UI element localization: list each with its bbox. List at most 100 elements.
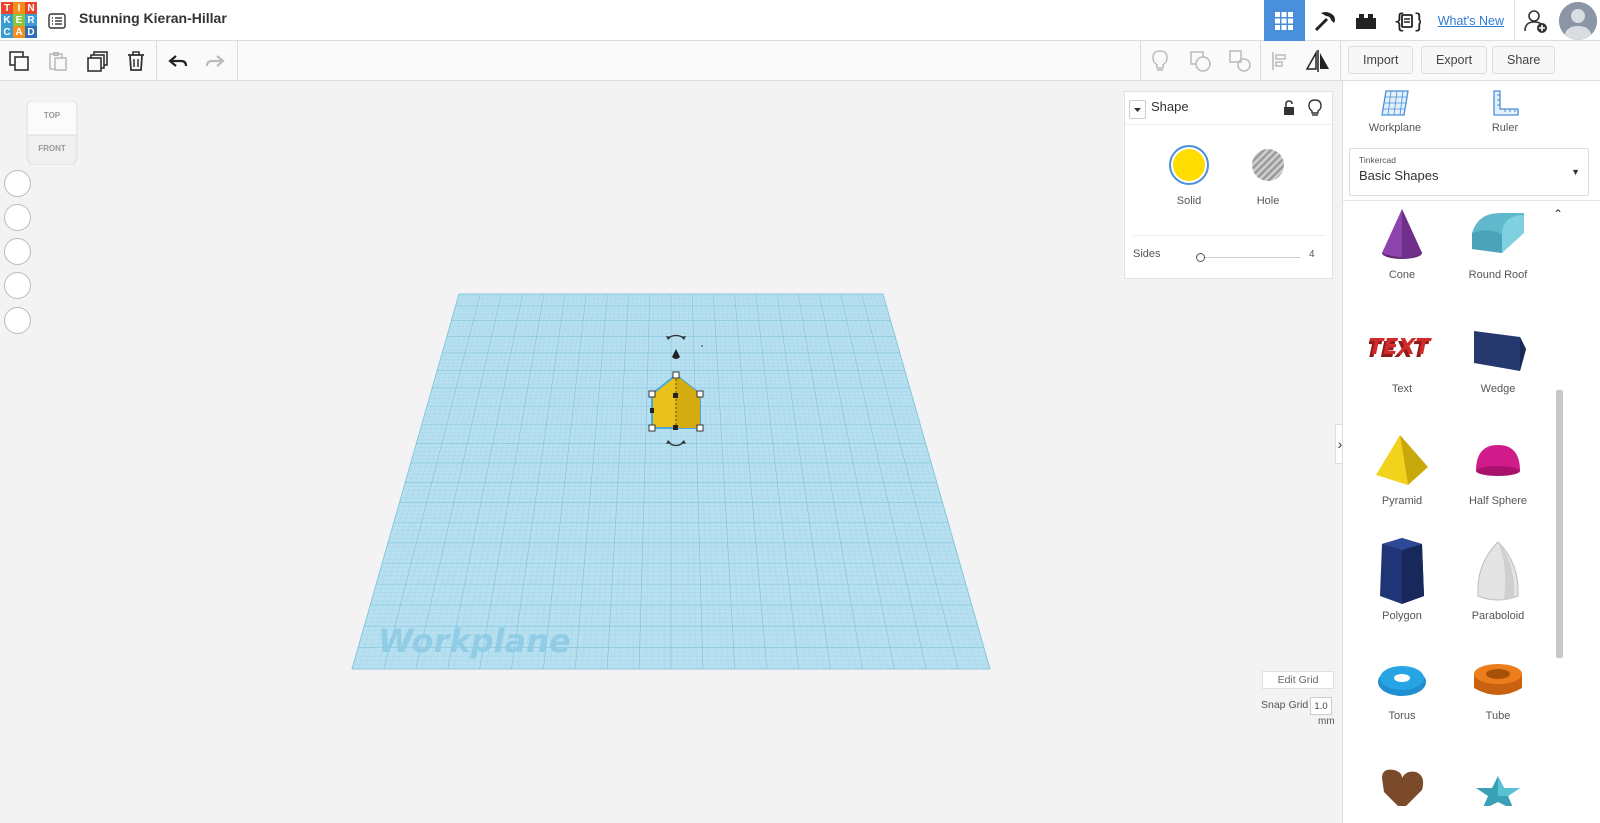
shape-inspector: Shape Solid Hole Sides 4 bbox=[1124, 91, 1333, 279]
view-cube-front[interactable]: FRONT bbox=[25, 144, 79, 153]
snap-grid-select[interactable]: 1.0 bbox=[1310, 697, 1332, 715]
text-3d-icon: TEXTTEXT bbox=[1369, 334, 1434, 363]
shape-round-roof[interactable]: Round Roof bbox=[1450, 205, 1546, 281]
sidebar-scrollbar[interactable] bbox=[1556, 390, 1563, 658]
shape-torus[interactable]: Torus bbox=[1354, 656, 1450, 722]
shape-heart[interactable] bbox=[1354, 766, 1450, 806]
undo-icon[interactable] bbox=[160, 41, 196, 81]
shape-wedge[interactable]: Wedge bbox=[1450, 319, 1546, 395]
shape-label: Polygon bbox=[1382, 610, 1422, 622]
group-icon[interactable] bbox=[1182, 41, 1218, 81]
sides-slider-knob[interactable] bbox=[1196, 253, 1205, 262]
shape-text[interactable]: TEXT TEXT Text bbox=[1354, 319, 1450, 395]
shape-half-sphere[interactable]: Half Sphere bbox=[1450, 431, 1546, 507]
pickaxe-icon[interactable] bbox=[1305, 0, 1346, 41]
perspective-toggle-button[interactable] bbox=[4, 307, 31, 334]
pyramid-icon bbox=[1376, 435, 1428, 485]
shape-label: Pyramid bbox=[1381, 495, 1423, 507]
workplane-tool[interactable]: Workplane bbox=[1355, 89, 1435, 134]
show-all-icon[interactable] bbox=[1142, 41, 1178, 81]
workplane-tool-label: Workplane bbox=[1368, 122, 1422, 134]
shape-label: Text bbox=[1391, 383, 1413, 395]
library-divider bbox=[1343, 200, 1600, 201]
shape-label: Half Sphere bbox=[1468, 495, 1528, 507]
3d-view-grid-icon[interactable] bbox=[1263, 0, 1305, 41]
sides-slider-track[interactable] bbox=[1200, 257, 1300, 258]
ungroup-icon[interactable] bbox=[1222, 41, 1258, 81]
library-name: Basic Shapes bbox=[1359, 168, 1439, 183]
svg-text:{: { bbox=[1393, 9, 1406, 33]
bricks-icon[interactable] bbox=[1346, 0, 1387, 41]
torus-icon bbox=[1378, 666, 1426, 696]
svg-text:TEXT: TEXT bbox=[1369, 334, 1434, 360]
collapse-sidebar-toggle[interactable]: › bbox=[1335, 424, 1342, 464]
cone-icon bbox=[1382, 209, 1422, 259]
shape-label: Paraboloid bbox=[1471, 610, 1525, 622]
view-cube-top[interactable]: TOP bbox=[25, 111, 79, 120]
logo-letter: D bbox=[25, 26, 37, 38]
edit-toolbar: Import Export Share bbox=[0, 41, 1600, 81]
copy-icon[interactable] bbox=[1, 41, 37, 81]
wedge-icon bbox=[1474, 331, 1526, 371]
logo-letter: C bbox=[1, 26, 13, 38]
ruler-tool[interactable]: Ruler bbox=[1465, 89, 1545, 134]
align-icon[interactable] bbox=[1262, 41, 1298, 81]
hole-label: Hole bbox=[1256, 195, 1280, 207]
whats-new-link[interactable]: What's New bbox=[1428, 14, 1514, 28]
toolbar-separator bbox=[1140, 41, 1141, 81]
shape-pyramid[interactable]: Pyramid bbox=[1354, 431, 1450, 507]
logo-letter: R bbox=[25, 14, 37, 26]
shape-star[interactable] bbox=[1450, 766, 1546, 806]
paraboloid-icon bbox=[1477, 541, 1519, 601]
share-button[interactable]: Share bbox=[1492, 46, 1556, 74]
codeblocks-icon[interactable]: {} bbox=[1387, 0, 1428, 41]
inspector-divider bbox=[1133, 235, 1325, 236]
hole-option[interactable]: Hole bbox=[1247, 144, 1289, 207]
solid-option[interactable]: Solid bbox=[1168, 144, 1210, 207]
snap-grid-label: Snap Grid bbox=[1261, 699, 1309, 711]
zoom-in-button[interactable] bbox=[4, 238, 31, 265]
scroll-up-arrow[interactable]: ⌃ bbox=[1553, 207, 1563, 221]
zoom-out-button[interactable] bbox=[4, 272, 31, 299]
add-user-icon[interactable] bbox=[1515, 0, 1556, 41]
half-sphere-icon bbox=[1476, 445, 1520, 476]
workplane-label: Workplane bbox=[378, 622, 571, 660]
redo-icon[interactable] bbox=[197, 41, 233, 81]
shape-tube[interactable]: Tube bbox=[1450, 656, 1546, 722]
logo-letter: E bbox=[13, 14, 25, 26]
shape-label: Round Roof bbox=[1468, 269, 1528, 281]
sides-label: Sides bbox=[1133, 248, 1161, 260]
shape-library-select[interactable]: Tinkercad Basic Shapes ▼ bbox=[1349, 148, 1589, 196]
delete-icon[interactable] bbox=[118, 41, 154, 81]
logo-letter: T bbox=[1, 2, 13, 14]
shape-label: Torus bbox=[1388, 710, 1416, 722]
3d-viewport[interactable]: Workplane TOP FRONT Shape Solid Hole Sid… bbox=[0, 81, 1342, 823]
paste-icon[interactable] bbox=[40, 41, 76, 81]
sides-value[interactable]: 4 bbox=[1309, 249, 1315, 260]
shape-cone[interactable]: Cone bbox=[1354, 205, 1450, 281]
home-view-button[interactable] bbox=[4, 170, 31, 197]
shape-paraboloid[interactable]: Paraboloid bbox=[1450, 534, 1546, 622]
logo-letter: K bbox=[1, 14, 13, 26]
visibility-bulb-icon[interactable] bbox=[1308, 99, 1322, 122]
tinkercad-logo[interactable]: T I N K E R C A D bbox=[1, 2, 37, 38]
svg-text:}: } bbox=[1413, 9, 1421, 33]
design-title[interactable]: Stunning Kieran-Hillar bbox=[79, 10, 227, 26]
view-cube[interactable]: TOP FRONT bbox=[25, 100, 79, 166]
chevron-down-icon: ▼ bbox=[1571, 167, 1580, 177]
mirror-icon[interactable] bbox=[1300, 41, 1336, 81]
collapse-inspector-button[interactable] bbox=[1129, 100, 1146, 119]
lock-icon[interactable] bbox=[1282, 100, 1296, 121]
shape-polygon[interactable]: Polygon bbox=[1354, 534, 1450, 622]
logo-letter: N bbox=[25, 2, 37, 14]
edit-grid-button[interactable]: Edit Grid bbox=[1262, 671, 1334, 689]
round-roof-icon bbox=[1472, 213, 1524, 253]
import-button[interactable]: Import bbox=[1348, 46, 1414, 74]
avatar[interactable] bbox=[1559, 1, 1597, 40]
fit-view-button[interactable] bbox=[4, 204, 31, 231]
shape-label: Cone bbox=[1388, 269, 1416, 281]
shape-label: Tube bbox=[1485, 710, 1511, 722]
duplicate-icon[interactable] bbox=[80, 41, 116, 81]
design-list-icon[interactable] bbox=[48, 12, 66, 30]
export-button[interactable]: Export bbox=[1421, 46, 1488, 74]
